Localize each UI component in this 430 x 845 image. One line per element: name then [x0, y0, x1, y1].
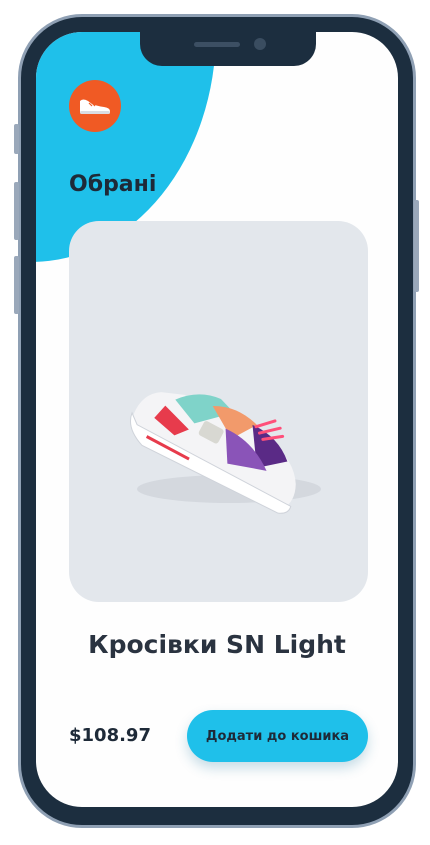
phone-notch — [140, 32, 316, 66]
side-button-volume-down — [14, 256, 19, 314]
side-button-power — [414, 200, 419, 292]
side-button-mute — [14, 124, 19, 154]
product-image-card[interactable] — [69, 221, 368, 602]
camera-icon — [254, 38, 266, 50]
sneaker-image — [129, 392, 321, 514]
sneaker-icon[interactable] — [69, 80, 121, 132]
page-title: Обрані — [69, 172, 157, 197]
add-to-cart-button[interactable]: Додати до кошика — [187, 710, 368, 762]
phone-screen: Обрані Кросівки SN Light $108.97 Додати … — [36, 32, 398, 807]
product-name: Кросівки SN Light — [88, 630, 346, 659]
product-price: $108.97 — [69, 725, 151, 746]
side-button-volume-up — [14, 182, 19, 240]
app-stage: Обрані Кросівки SN Light $108.97 Додати … — [0, 0, 430, 845]
speaker-grille — [194, 42, 240, 47]
